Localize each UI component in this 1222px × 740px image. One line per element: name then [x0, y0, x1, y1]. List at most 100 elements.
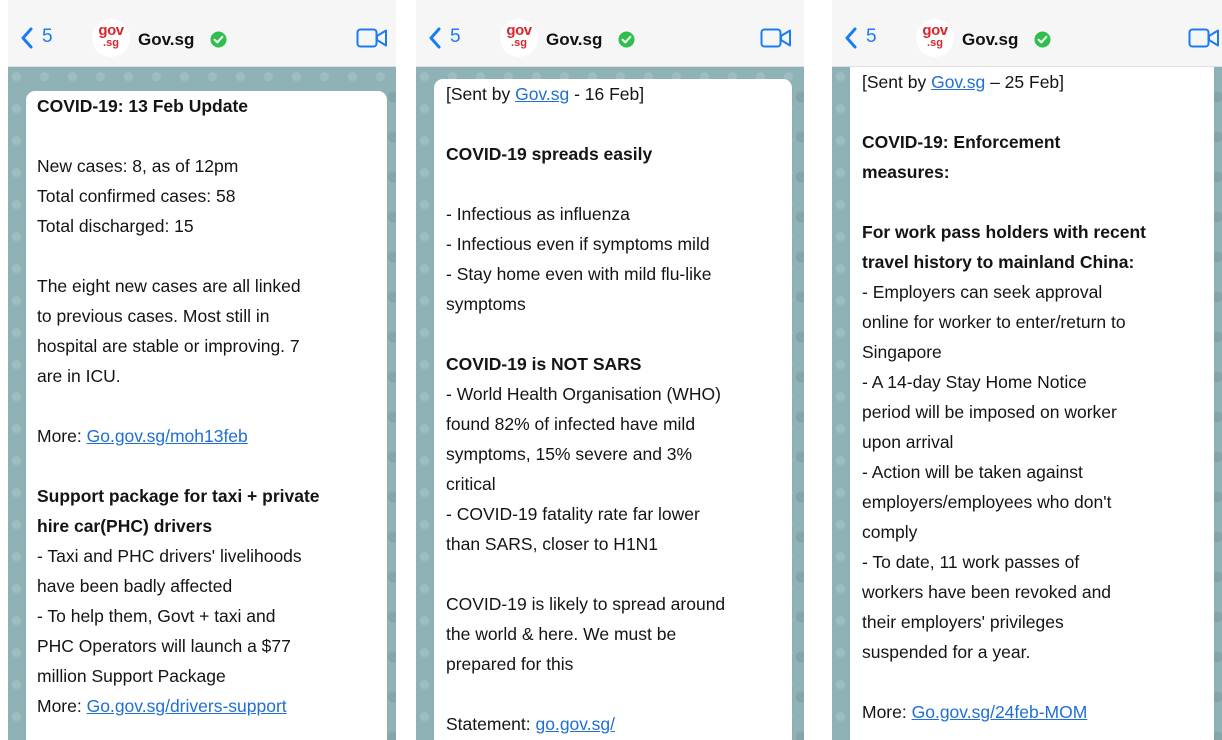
bullet-line: period will be imposed on worker — [862, 402, 1117, 422]
unread-count: 5 — [450, 26, 461, 47]
logo-text: gov — [922, 22, 948, 39]
chat-header: 5 gov .sg Gov.sg — [8, 0, 396, 67]
section-heading: Support package for taxi + private — [37, 486, 320, 506]
contact-name[interactable]: Gov.sg — [138, 30, 194, 50]
section-heading: COVID-19 spreads easily — [446, 144, 653, 164]
statement-label: Statement: — [446, 714, 536, 734]
phone-screen-1: 5 gov .sg Gov.sg COVID-19: 13 Feb Update… — [8, 0, 396, 740]
bullet-line: million Support Package — [37, 666, 226, 686]
bullet-line: - Stay home even with mild flu-like — [446, 264, 712, 284]
bullet-line: PHC Operators will launch a $77 — [37, 636, 291, 656]
sender-link[interactable]: Gov.sg — [515, 84, 569, 104]
bullet-line: Singapore — [862, 342, 942, 362]
section-heading: For work pass holders with recent — [862, 222, 1146, 242]
bullet-line: symptoms — [446, 294, 526, 314]
avatar[interactable]: gov .sg — [916, 19, 954, 57]
bullet-line: - Infectious as influenza — [446, 204, 630, 224]
section-heading: travel history to mainland China: — [862, 252, 1135, 272]
stat-line: Total confirmed cases: 58 — [37, 186, 236, 206]
back-button[interactable]: 5 — [428, 24, 488, 54]
more-link[interactable]: Go.gov.sg/moh13feb — [87, 426, 248, 446]
bullet-line: - To date, 11 work passes of — [862, 552, 1080, 572]
avatar[interactable]: gov .sg — [500, 19, 538, 57]
message-line: The eight new cases are all linked — [37, 276, 301, 296]
verified-badge-icon — [618, 31, 635, 48]
verified-badge-icon — [1034, 31, 1051, 48]
chat-background: COVID-19: 13 Feb Update New cases: 8, as… — [8, 67, 396, 740]
phone-screen-2: 5 gov .sg Gov.sg [Sent by Gov.sg - 16 Fe… — [416, 0, 804, 740]
bullet-line: critical — [446, 474, 496, 494]
message-bubble[interactable]: COVID-19: 13 Feb Update New cases: 8, as… — [26, 91, 387, 740]
bullet-line: - Infectious even if symptoms mild — [446, 234, 710, 254]
bullet-line: their employers' privileges — [862, 612, 1064, 632]
chevron-left-icon — [845, 27, 857, 49]
bullet-line: employers/employees who don't — [862, 492, 1112, 512]
message-line: hospital are stable or improving. 7 — [37, 336, 300, 356]
video-call-icon[interactable] — [760, 28, 792, 48]
chat-background: [Sent by Gov.sg - 16 Feb] COVID-19 sprea… — [416, 67, 804, 740]
section-heading: hire car(PHC) drivers — [37, 516, 213, 536]
message-title: COVID-19: 13 Feb Update — [37, 96, 249, 116]
sent-by-date: – 25 Feb] — [985, 72, 1065, 92]
logo-text-sub: .sg — [927, 37, 943, 49]
more-label: More: — [862, 702, 912, 722]
bullet-line: workers have been revoked and — [862, 582, 1112, 602]
sent-by-prefix: [Sent by — [862, 72, 932, 92]
video-call-icon[interactable] — [356, 28, 388, 48]
message-line: to previous cases. Most still in — [37, 306, 270, 326]
statement-link[interactable]: go.gov.sg/ — [536, 714, 615, 734]
bullet-line: - Employers can seek approval — [862, 282, 1103, 302]
contact-name[interactable]: Gov.sg — [546, 30, 602, 50]
bullet-line: have been badly affected — [37, 576, 233, 596]
bullet-line: comply — [862, 522, 918, 542]
sender-link[interactable]: Gov.sg — [931, 72, 985, 92]
more-link[interactable]: Go.gov.sg/drivers-support — [87, 696, 287, 716]
bullet-line: found 82% of infected have mild — [446, 414, 696, 434]
bullet-line: - A 14-day Stay Home Notice — [862, 372, 1087, 392]
chat-header: 5 gov .sg Gov.sg — [832, 0, 1222, 67]
more-label: More: — [37, 426, 87, 446]
bullet-line: than SARS, closer to H1N1 — [446, 534, 659, 554]
message-bubble[interactable]: [Sent by Gov.sg - 16 Feb] COVID-19 sprea… — [434, 79, 792, 740]
bullet-line: - World Health Organisation (WHO) — [446, 384, 721, 404]
logo-text-sub: .sg — [511, 37, 527, 49]
message-line: are in ICU. — [37, 366, 121, 386]
video-call-icon[interactable] — [1188, 28, 1220, 48]
unread-count: 5 — [866, 26, 877, 47]
bullet-line: - Taxi and PHC drivers' livelihoods — [37, 546, 302, 566]
sent-by-line: [Sent by Gov.sg – 25 Feb] — [862, 67, 1214, 97]
back-button[interactable]: 5 — [844, 24, 904, 54]
sent-by-prefix: [Sent by — [446, 84, 516, 104]
bullet-line: online for worker to enter/return to — [862, 312, 1126, 332]
bullet-line: - Action will be taken against — [862, 462, 1083, 482]
verified-badge-icon — [210, 31, 227, 48]
message-line: the world & here. We must be — [446, 624, 677, 644]
bullet-line: suspended for a year. — [862, 642, 1031, 662]
section-heading: COVID-19 is NOT SARS — [446, 354, 642, 374]
message-title: COVID-19: Enforcement — [862, 132, 1061, 152]
more-label: More: — [37, 696, 87, 716]
back-button[interactable]: 5 — [20, 24, 80, 54]
avatar[interactable]: gov .sg — [92, 19, 130, 57]
message-bubble[interactable]: [Sent by Gov.sg – 25 Feb] COVID-19: Enfo… — [850, 67, 1214, 740]
phone-screen-3: 5 gov .sg Gov.sg [Sent by Gov.sg – 25 Fe… — [832, 0, 1222, 740]
logo-text: gov — [506, 22, 532, 39]
more-line: More: Go.gov.sg/24feb-MOM — [862, 697, 1214, 727]
more-link[interactable]: Go.gov.sg/24feb-MOM — [912, 702, 1088, 722]
chat-header: 5 gov .sg Gov.sg — [416, 0, 804, 67]
statement-line: Statement: go.gov.sg/ — [446, 709, 792, 739]
message-title: measures: — [862, 162, 950, 182]
more-line: More: Go.gov.sg/moh13feb — [37, 421, 387, 451]
contact-name[interactable]: Gov.sg — [962, 30, 1018, 50]
stat-line: Total discharged: 15 — [37, 216, 194, 236]
bullet-line: upon arrival — [862, 432, 954, 452]
message-line: COVID-19 is likely to spread around — [446, 594, 726, 614]
bullet-line: - To help them, Govt + taxi and — [37, 606, 276, 626]
unread-count: 5 — [42, 26, 53, 47]
stat-line: New cases: 8, as of 12pm — [37, 156, 239, 176]
message-line: prepared for this — [446, 654, 574, 674]
bullet-line: - COVID-19 fatality rate far lower — [446, 504, 700, 524]
logo-text: gov — [98, 22, 124, 39]
more-line: More: Go.gov.sg/drivers-support — [37, 691, 387, 721]
logo-text-sub: .sg — [103, 37, 119, 49]
